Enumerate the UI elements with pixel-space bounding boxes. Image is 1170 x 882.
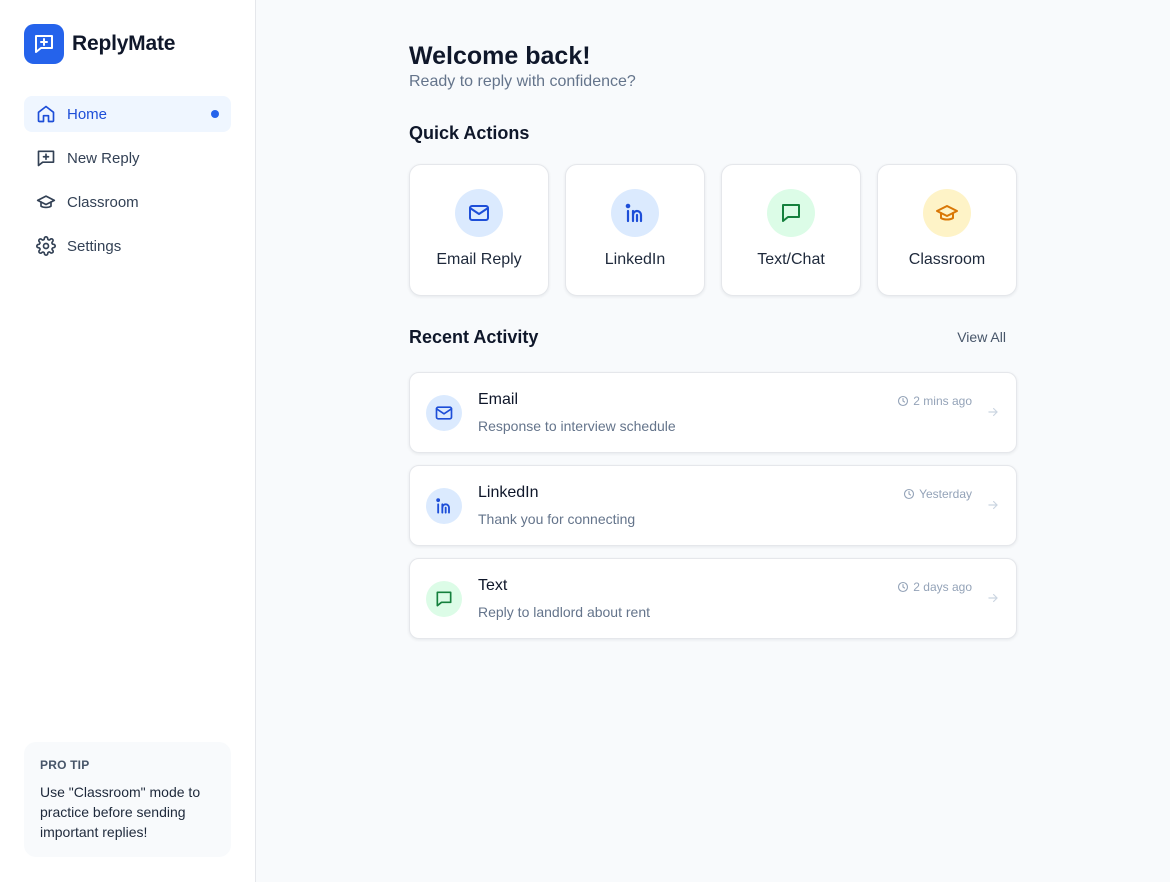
- activity-description: Response to interview schedule: [478, 418, 676, 434]
- arrow-right-icon: [986, 498, 1000, 512]
- activity-title: Text: [478, 577, 508, 594]
- sidebar-item-label: Settings: [67, 237, 122, 255]
- activity-time-text: Yesterday: [919, 487, 972, 501]
- sidebar-item-label: New Reply: [67, 149, 140, 167]
- activity-title: LinkedIn: [478, 484, 539, 501]
- chat-icon: [426, 581, 462, 617]
- sidebar-item-classroom[interactable]: Classroom: [24, 184, 231, 220]
- activity-description: Reply to landlord about rent: [478, 604, 650, 620]
- pro-tip-text: Use "Classroom" mode to practice before …: [40, 784, 201, 840]
- app-name: ReplyMate: [72, 32, 176, 55]
- gear-icon: [36, 236, 56, 256]
- activity-time-text: 2 days ago: [913, 580, 972, 594]
- quick-action-text-chat[interactable]: Text/Chat: [721, 164, 861, 296]
- quick-action-classroom[interactable]: Classroom: [877, 164, 1017, 296]
- arrow-right-icon: [986, 405, 1000, 419]
- view-all-link[interactable]: View All: [957, 329, 1006, 345]
- graduation-cap-icon: [36, 192, 56, 212]
- message-plus-icon: [36, 148, 56, 168]
- quick-actions-title: Quick Actions: [409, 123, 530, 143]
- activity-item-linkedin[interactable]: LinkedIn Thank you for connecting Yester…: [409, 465, 1017, 546]
- active-indicator: [211, 110, 219, 118]
- pro-tip-card: PRO TIP Use "Classroom" mode to practice…: [24, 742, 231, 857]
- clock-icon: [897, 581, 909, 593]
- page-title: Welcome back!: [409, 42, 591, 70]
- quick-action-linkedin[interactable]: LinkedIn: [565, 164, 705, 296]
- activity-item-email[interactable]: Email Response to interview schedule 2 m…: [409, 372, 1017, 453]
- activity-item-text[interactable]: Text Reply to landlord about rent 2 days…: [409, 558, 1017, 639]
- quick-action-label: Email Reply: [436, 251, 522, 268]
- linkedin-icon: [611, 189, 659, 237]
- mail-icon: [426, 395, 462, 431]
- clock-icon: [897, 395, 909, 407]
- sidebar-item-new-reply[interactable]: New Reply: [24, 140, 231, 176]
- activity-description: Thank you for connecting: [478, 511, 636, 527]
- sidebar-item-label: Classroom: [67, 193, 139, 211]
- sidebar-item-settings[interactable]: Settings: [24, 228, 231, 264]
- page-subtitle: Ready to reply with confidence?: [409, 73, 636, 90]
- linkedin-icon: [426, 488, 462, 524]
- activity-time-text: 2 mins ago: [913, 394, 972, 408]
- brand[interactable]: ReplyMate: [24, 24, 175, 64]
- sidebar: ReplyMate Home New Reply Classroom Setti…: [0, 0, 256, 882]
- graduation-cap-icon: [923, 189, 971, 237]
- activity-time: Yesterday: [903, 487, 972, 501]
- activity-time: 2 mins ago: [897, 394, 972, 408]
- quick-actions-grid: Email Reply LinkedIn Text/Chat Classroom: [409, 164, 1017, 296]
- sidebar-nav: Home New Reply Classroom Settings: [24, 96, 231, 272]
- quick-action-label: Text/Chat: [757, 251, 825, 268]
- quick-action-label: LinkedIn: [604, 251, 666, 268]
- sidebar-item-home[interactable]: Home: [24, 96, 231, 132]
- sidebar-item-label: Home: [67, 105, 108, 123]
- activity-list: Email Response to interview schedule 2 m…: [409, 372, 1017, 651]
- quick-action-label: Classroom: [908, 251, 986, 268]
- activity-title: Email: [478, 391, 519, 408]
- home-icon: [36, 104, 56, 124]
- chat-icon: [767, 189, 815, 237]
- activity-time: 2 days ago: [897, 580, 972, 594]
- pro-tip-label: PRO TIP: [40, 758, 90, 772]
- clock-icon: [903, 488, 915, 500]
- arrow-right-icon: [986, 591, 1000, 605]
- quick-action-email-reply[interactable]: Email Reply: [409, 164, 549, 296]
- mail-icon: [455, 189, 503, 237]
- recent-activity-title: Recent Activity: [409, 327, 539, 347]
- logo-icon: [24, 24, 64, 64]
